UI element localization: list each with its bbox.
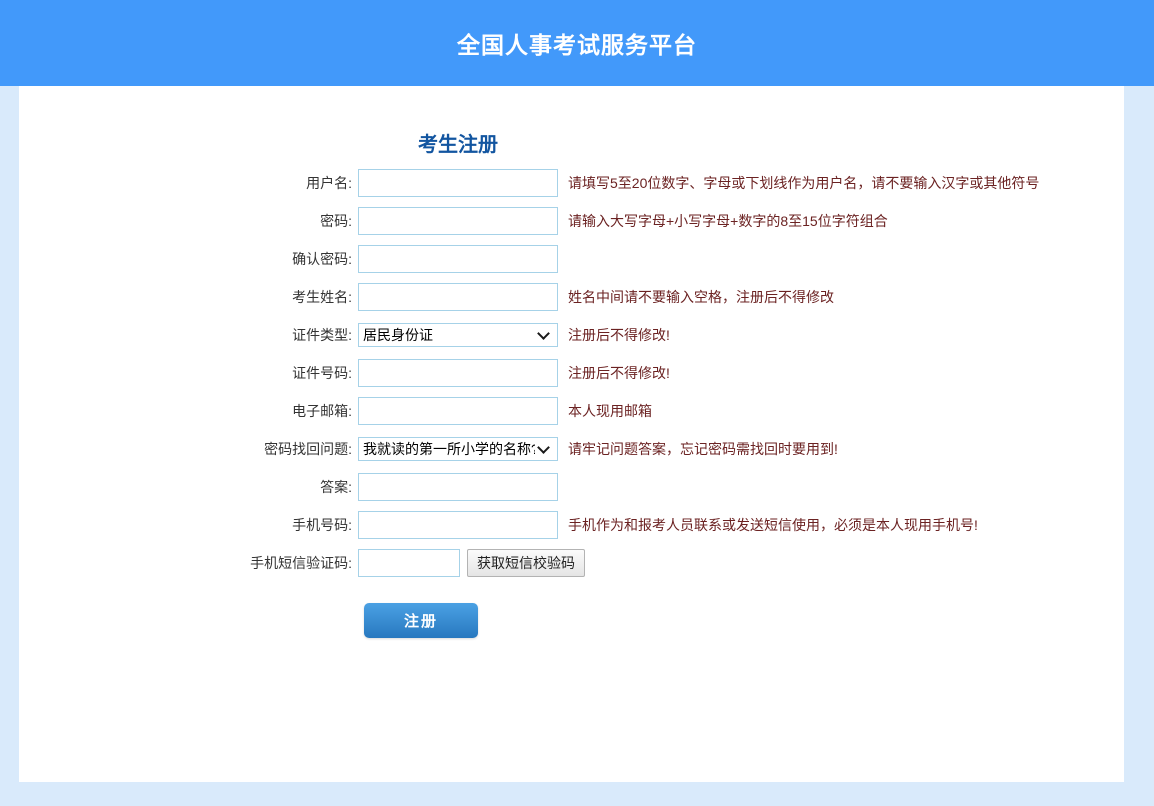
app-header: 全国人事考试服务平台 xyxy=(0,0,1154,86)
id-number-input[interactable] xyxy=(358,359,558,387)
security-question-label: 密码找回问题: xyxy=(19,439,358,459)
sms-code-input[interactable] xyxy=(358,549,460,577)
security-question-select-wrap: 我就读的第一所小学的名称? xyxy=(358,437,558,461)
row-id-number: 证件号码: 注册后不得修改! xyxy=(19,359,1124,387)
id-type-select[interactable]: 居民身份证 xyxy=(358,323,558,347)
row-password: 密码: 请输入大写字母+小写字母+数字的8至15位字符组合 xyxy=(19,207,1124,235)
sms-code-label: 手机短信验证码: xyxy=(19,553,358,573)
security-question-select[interactable]: 我就读的第一所小学的名称? xyxy=(358,437,558,461)
username-input[interactable] xyxy=(358,169,558,197)
password-label: 密码: xyxy=(19,211,358,231)
register-button-row: 注册 xyxy=(19,587,1124,638)
id-type-select-wrap: 居民身份证 xyxy=(358,323,558,347)
mobile-number-input[interactable] xyxy=(358,511,558,539)
candidate-name-label: 考生姓名: xyxy=(19,287,358,307)
row-confirm-password: 确认密码: xyxy=(19,245,1124,273)
mobile-number-hint: 手机作为和报考人员联系或发送短信使用，必须是本人现用手机号! xyxy=(568,515,978,535)
row-id-type: 证件类型: 居民身份证 注册后不得修改! xyxy=(19,321,1124,349)
confirm-password-label: 确认密码: xyxy=(19,249,358,269)
register-button[interactable]: 注册 xyxy=(364,603,478,638)
answer-label: 答案: xyxy=(19,477,358,497)
row-email: 电子邮箱: 本人现用邮箱 xyxy=(19,397,1124,425)
username-label: 用户名: xyxy=(19,173,358,193)
content-panel: 考生注册 用户名: 请填写5至20位数字、字母或下划线作为用户名，请不要输入汉字… xyxy=(19,86,1124,782)
password-input[interactable] xyxy=(358,207,558,235)
row-username: 用户名: 请填写5至20位数字、字母或下划线作为用户名，请不要输入汉字或其他符号 xyxy=(19,169,1124,197)
mobile-number-label: 手机号码: xyxy=(19,515,358,535)
row-mobile-number: 手机号码: 手机作为和报考人员联系或发送短信使用，必须是本人现用手机号! xyxy=(19,511,1124,539)
id-number-hint: 注册后不得修改! xyxy=(568,363,670,383)
email-label: 电子邮箱: xyxy=(19,401,358,421)
security-question-hint: 请牢记问题答案，忘记密码需找回时要用到! xyxy=(568,439,838,459)
id-number-label: 证件号码: xyxy=(19,363,358,383)
password-hint: 请输入大写字母+小写字母+数字的8至15位字符组合 xyxy=(568,211,888,231)
row-candidate-name: 考生姓名: 姓名中间请不要输入空格，注册后不得修改 xyxy=(19,283,1124,311)
id-type-label: 证件类型: xyxy=(19,325,358,345)
email-hint: 本人现用邮箱 xyxy=(568,401,652,421)
app-title: 全国人事考试服务平台 xyxy=(457,26,697,60)
candidate-name-input[interactable] xyxy=(358,283,558,311)
row-security-question: 密码找回问题: 我就读的第一所小学的名称? 请牢记问题答案，忘记密码需找回时要用… xyxy=(19,435,1124,463)
email-input[interactable] xyxy=(358,397,558,425)
row-answer: 答案: xyxy=(19,473,1124,501)
confirm-password-input[interactable] xyxy=(358,245,558,273)
candidate-name-hint: 姓名中间请不要输入空格，注册后不得修改 xyxy=(568,287,834,307)
answer-input[interactable] xyxy=(358,473,558,501)
form-title: 考生注册 xyxy=(358,86,558,157)
row-sms-code: 手机短信验证码: 获取短信校验码 xyxy=(19,549,1124,577)
username-hint: 请填写5至20位数字、字母或下划线作为用户名，请不要输入汉字或其他符号 xyxy=(568,173,1039,193)
registration-form: 用户名: 请填写5至20位数字、字母或下划线作为用户名，请不要输入汉字或其他符号… xyxy=(19,169,1124,638)
id-type-hint: 注册后不得修改! xyxy=(568,325,670,345)
get-sms-code-button[interactable]: 获取短信校验码 xyxy=(467,549,585,577)
